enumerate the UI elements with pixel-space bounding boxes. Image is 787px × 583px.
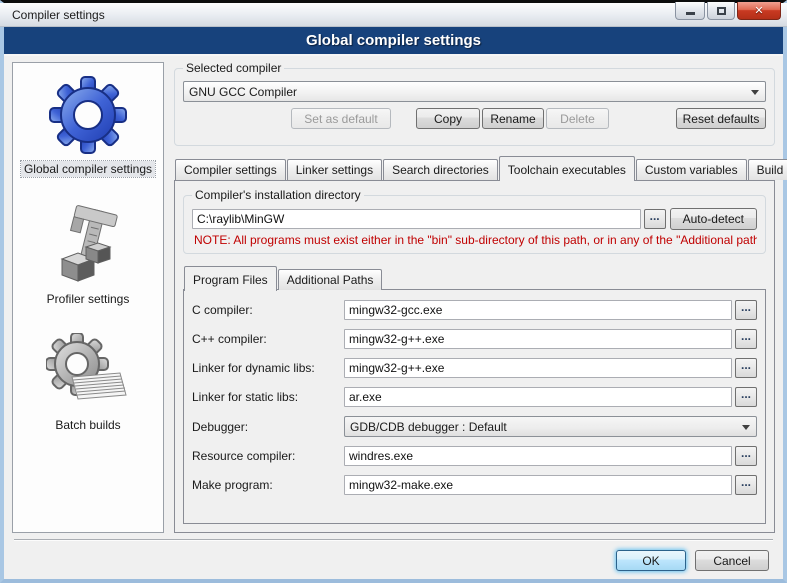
- make-program-input[interactable]: [344, 475, 732, 495]
- selected-compiler-group: Selected compiler GNU GCC Compiler Set a…: [174, 68, 775, 146]
- field-label: Linker for dynamic libs:: [192, 361, 344, 375]
- cancel-button[interactable]: Cancel: [695, 550, 769, 571]
- sidebar-item-label: Global compiler settings: [21, 161, 155, 177]
- tab-compiler-settings[interactable]: Compiler settings: [175, 159, 286, 180]
- cpp-compiler-input[interactable]: [344, 329, 732, 349]
- sidebar-item-label: Profiler settings: [44, 291, 133, 307]
- chevron-down-icon: [751, 90, 759, 95]
- sidebar-item-global-compiler-settings[interactable]: Global compiler settings: [21, 75, 155, 177]
- set-as-default-button[interactable]: Set as default: [291, 108, 391, 129]
- maximize-icon: [717, 7, 726, 15]
- rename-button[interactable]: Rename: [482, 108, 544, 129]
- reset-defaults-button[interactable]: Reset defaults: [676, 108, 766, 129]
- browse-button[interactable]: ...: [735, 300, 757, 320]
- field-label: Resource compiler:: [192, 449, 344, 463]
- settings-tabbar: Compiler settings Linker settings Search…: [174, 156, 775, 180]
- field-row-c-compiler: C compiler: ...: [192, 300, 757, 320]
- field-label: Debugger:: [192, 420, 344, 434]
- resource-compiler-input[interactable]: [344, 446, 732, 466]
- tab-custom-variables[interactable]: Custom variables: [636, 159, 747, 180]
- close-button[interactable]: ✕: [737, 2, 781, 20]
- sidebar-item-batch-builds[interactable]: Batch builds: [46, 333, 130, 433]
- caliper-icon: [50, 203, 126, 285]
- tab-linker-settings[interactable]: Linker settings: [287, 159, 382, 180]
- debugger-select[interactable]: GDB/CDB debugger : Default: [344, 416, 757, 437]
- window-title: Compiler settings: [12, 8, 105, 22]
- chevron-down-icon: [742, 425, 750, 430]
- program-tabbar: Program Files Additional Paths: [183, 266, 766, 290]
- ok-button[interactable]: OK: [616, 550, 686, 571]
- field-row-debugger: Debugger: GDB/CDB debugger : Default: [192, 416, 757, 437]
- copy-button[interactable]: Copy: [416, 108, 480, 129]
- browse-button[interactable]: ...: [735, 387, 757, 407]
- compiler-settings-dialog: Compiler settings ✕ Global compiler sett…: [0, 0, 787, 583]
- dialog-footer: OK Cancel: [4, 533, 783, 579]
- dynamic-linker-input[interactable]: [344, 358, 732, 378]
- blue-gear-icon: [48, 75, 128, 155]
- sidebar-item-label: Batch builds: [52, 417, 123, 433]
- tab-toolchain-executables[interactable]: Toolchain executables: [499, 156, 635, 181]
- tab-program-files[interactable]: Program Files: [184, 266, 277, 291]
- field-label: C++ compiler:: [192, 332, 344, 346]
- tab-build-options[interactable]: Build options: [748, 159, 787, 180]
- field-label: Linker for static libs:: [192, 390, 344, 404]
- maximize-button[interactable]: [707, 2, 735, 20]
- titlebar: Compiler settings ✕: [0, 3, 787, 27]
- gray-gear-papers-icon: [46, 333, 130, 411]
- browse-button[interactable]: ...: [735, 329, 757, 349]
- browse-button[interactable]: ...: [735, 475, 757, 495]
- compiler-select-value: GNU GCC Compiler: [189, 85, 297, 99]
- field-row-dynamic-linker: Linker for dynamic libs: ...: [192, 358, 757, 378]
- field-label: C compiler:: [192, 303, 344, 317]
- toolchain-executables-page: Compiler's installation directory ... Au…: [174, 180, 775, 533]
- field-row-cpp-compiler: C++ compiler: ...: [192, 329, 757, 349]
- field-row-make-program: Make program: ...: [192, 475, 757, 495]
- window-controls: ✕: [673, 2, 781, 20]
- browse-button[interactable]: ...: [735, 358, 757, 378]
- installation-directory-label: Compiler's installation directory: [192, 188, 364, 202]
- field-row-static-linker: Linker for static libs: ...: [192, 387, 757, 407]
- program-files-page: C compiler: ... C++ compiler: ... Linker…: [183, 289, 766, 524]
- field-label: Make program:: [192, 478, 344, 492]
- page-title: Global compiler settings: [4, 27, 783, 56]
- tab-search-directories[interactable]: Search directories: [383, 159, 498, 180]
- browse-directory-button[interactable]: ...: [644, 209, 666, 229]
- footer-separator: [14, 539, 773, 541]
- note-text: NOTE: All programs must exist either in …: [192, 233, 757, 247]
- delete-button[interactable]: Delete: [546, 108, 609, 129]
- auto-detect-button[interactable]: Auto-detect: [670, 208, 757, 230]
- c-compiler-input[interactable]: [344, 300, 732, 320]
- close-icon: ✕: [754, 4, 763, 17]
- field-row-resource-compiler: Resource compiler: ...: [192, 446, 757, 466]
- minimize-icon: [686, 12, 695, 15]
- tab-additional-paths[interactable]: Additional Paths: [278, 269, 383, 290]
- selected-compiler-label: Selected compiler: [183, 61, 284, 75]
- installation-directory-input[interactable]: [192, 209, 641, 229]
- sidebar-item-profiler-settings[interactable]: Profiler settings: [44, 203, 133, 307]
- compiler-select[interactable]: GNU GCC Compiler: [183, 81, 766, 102]
- browse-button[interactable]: ...: [735, 446, 757, 466]
- debugger-select-value: GDB/CDB debugger : Default: [350, 420, 507, 434]
- static-linker-input[interactable]: [344, 387, 732, 407]
- settings-sidebar: Global compiler settings: [12, 62, 164, 533]
- installation-directory-group: Compiler's installation directory ... Au…: [183, 195, 766, 254]
- minimize-button[interactable]: [675, 2, 705, 20]
